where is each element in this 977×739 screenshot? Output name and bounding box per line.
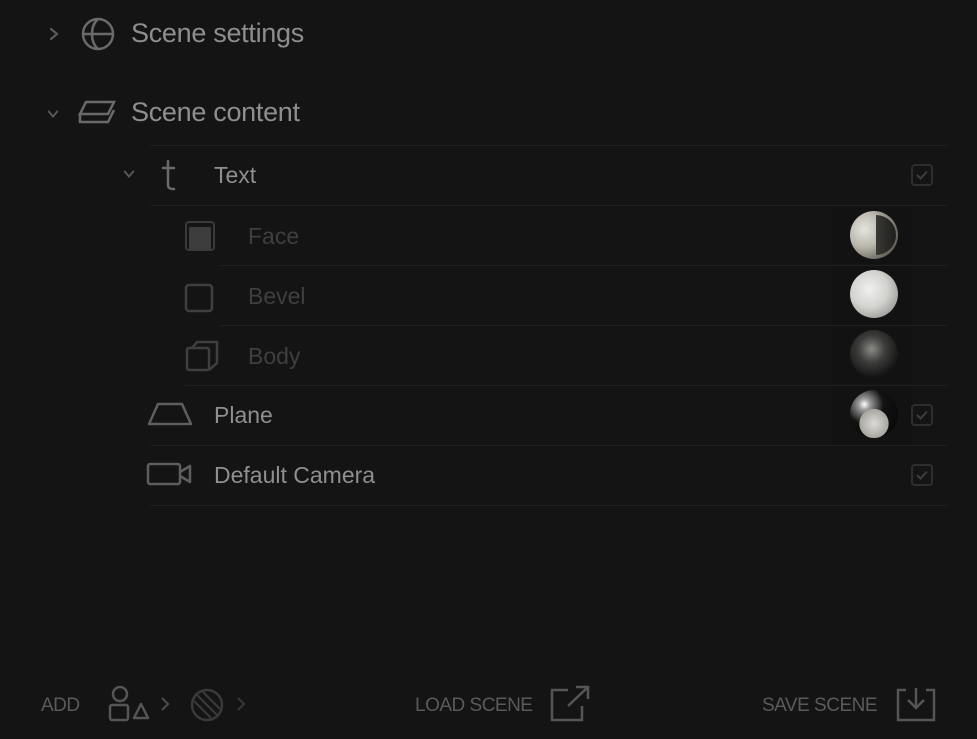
add-label[interactable]: ADD [41,695,80,717]
collapse-chevron-scene-content[interactable] [47,108,59,120]
material-slot-face[interactable]: Face [248,223,299,250]
material-slot-bevel[interactable]: Bevel [248,283,306,310]
chevron-right-icon[interactable] [159,696,171,717]
divider [150,145,947,146]
visibility-checkbox-camera[interactable] [911,464,933,486]
material-sphere-plane[interactable] [850,390,898,438]
globe-icon [80,16,116,57]
layers-icon [76,98,118,133]
external-link-icon[interactable] [548,684,592,729]
section-title-scene-content[interactable]: Scene content [131,97,300,128]
load-scene-label[interactable]: LOAD SCENE [415,695,533,717]
visibility-checkbox-text[interactable] [911,164,933,186]
scene-item-plane[interactable]: Plane [214,402,273,429]
save-download-icon[interactable] [894,684,938,729]
divider [150,445,947,446]
expand-chevron-scene-settings[interactable] [48,27,60,41]
save-scene-label[interactable]: SAVE SCENE [762,695,878,717]
face-square-icon [184,220,218,259]
divider [150,505,947,506]
bevel-square-icon [184,280,218,319]
shapes-icon[interactable] [106,684,154,729]
section-title-scene-settings[interactable]: Scene settings [131,18,304,49]
material-sphere-face[interactable] [850,211,898,259]
disabled-circle-icon[interactable] [188,686,226,729]
material-sphere-bevel[interactable] [850,270,898,318]
chevron-right-icon[interactable] [235,696,247,717]
collapse-chevron-text[interactable] [123,168,135,180]
body-cube-icon [184,338,220,379]
text-tool-icon [158,158,180,197]
plane-icon [146,400,194,433]
scene-item-default-camera[interactable]: Default Camera [214,462,375,489]
scene-item-text[interactable]: Text [214,162,256,189]
material-sphere-body[interactable] [850,330,898,378]
visibility-checkbox-plane[interactable] [911,404,933,426]
divider [150,205,947,206]
material-slot-body[interactable]: Body [248,343,300,370]
camera-icon [146,460,194,493]
